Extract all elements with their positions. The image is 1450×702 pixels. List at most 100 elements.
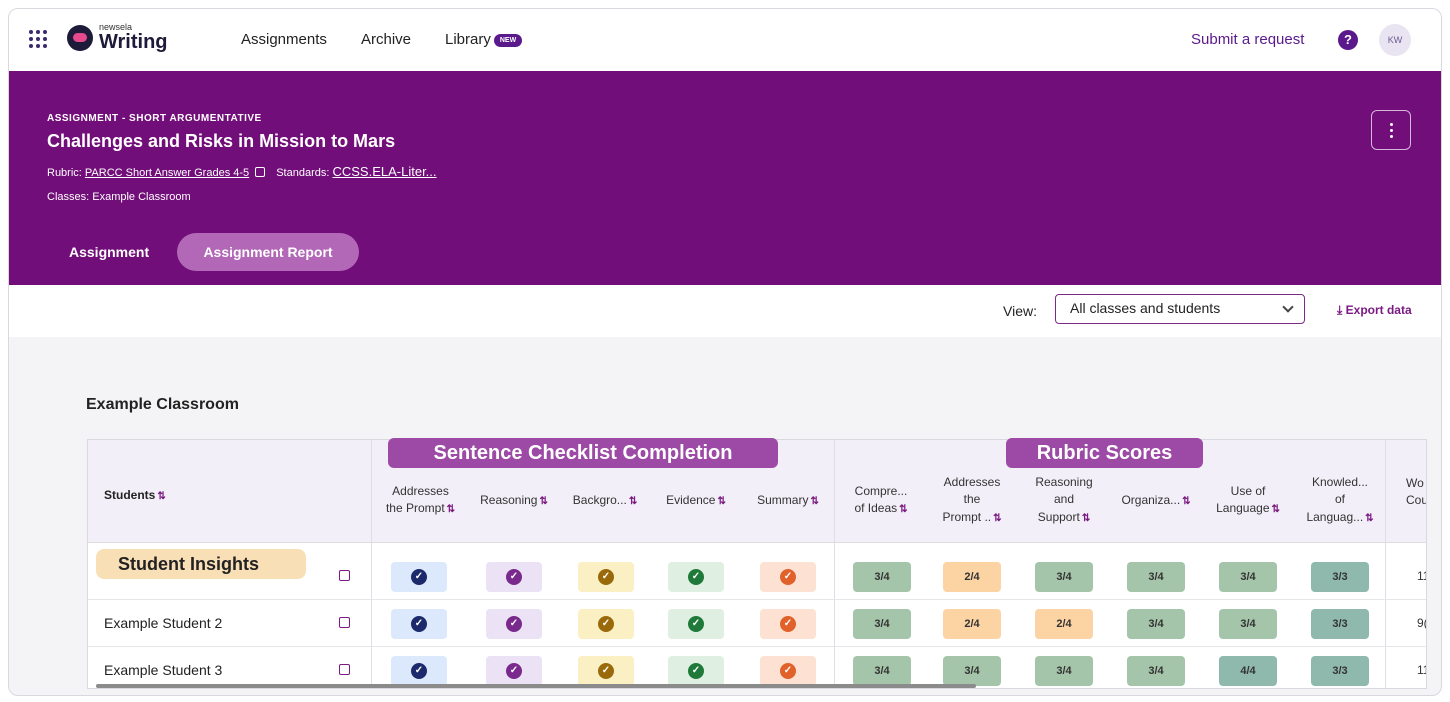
open-student-icon[interactable] xyxy=(339,570,350,581)
more-options-button[interactable] xyxy=(1371,110,1411,150)
rubric-score[interactable]: 3/4 xyxy=(1219,609,1277,639)
sort-icon[interactable]: ⇅ xyxy=(629,496,637,507)
checklist-chip[interactable]: ✓ xyxy=(578,656,634,686)
rubric-col-header-line: of xyxy=(1334,492,1345,507)
rubric-col-header[interactable]: Addresses the Prompt .. ⇅ xyxy=(926,474,1018,526)
rubric-score[interactable]: 3/3 xyxy=(1311,562,1369,592)
view-select[interactable]: All classes and students xyxy=(1055,294,1305,324)
rubric-col-header[interactable]: Use of Language ⇅ xyxy=(1202,483,1294,518)
student-insights-label[interactable]: Student Insights xyxy=(96,549,306,579)
rubric-score[interactable]: 3/4 xyxy=(943,656,1001,686)
checklist-chip[interactable]: ✓ xyxy=(760,562,816,592)
rubric-col-header[interactable]: Compre... of Ideas ⇅ xyxy=(836,483,926,518)
checklist-col-header[interactable]: Backgro... ⇅ xyxy=(560,492,650,510)
sort-icon[interactable]: ⇅ xyxy=(810,496,818,507)
sort-icon[interactable]: ⇅ xyxy=(157,491,165,502)
sort-icon[interactable]: ⇅ xyxy=(539,496,547,507)
chevron-down-icon xyxy=(1282,301,1294,313)
check-icon: ✓ xyxy=(780,616,796,632)
sort-icon[interactable]: ⇅ xyxy=(1272,504,1280,515)
checklist-chip[interactable]: ✓ xyxy=(486,562,542,592)
checklist-col-header[interactable]: Reasoning ⇅ xyxy=(468,492,560,510)
check-icon: ✓ xyxy=(688,569,704,585)
check-icon: ✓ xyxy=(506,616,522,632)
tab-assignment-report[interactable]: Assignment Report xyxy=(177,233,359,271)
table-row: Example Student 2 ✓ ✓ ✓ ✓ ✓ 3/4 2/4 2/4 3/4 3/4 3/3… xyxy=(88,600,1426,647)
checklist-col-header[interactable]: Evidence ⇅ xyxy=(650,492,742,510)
apps-grid-icon[interactable] xyxy=(29,30,47,48)
rubric-col-header-line: Knowled... xyxy=(1311,475,1369,489)
student-name[interactable]: Example Student 3 xyxy=(104,662,222,678)
word-count: 11 xyxy=(1417,663,1426,677)
checklist-chip[interactable]: ✓ xyxy=(486,656,542,686)
sort-icon[interactable]: ⇅ xyxy=(447,504,455,515)
tab-assignment[interactable]: Assignment xyxy=(69,233,149,271)
open-student-icon[interactable] xyxy=(339,617,350,628)
checklist-chip[interactable]: ✓ xyxy=(760,609,816,639)
external-link-icon[interactable] xyxy=(255,167,266,177)
rubric-link[interactable]: PARCC Short Answer Grades 4-5 xyxy=(85,167,249,179)
rubric-col-header[interactable]: Knowled... of Languag... ⇅ xyxy=(1294,474,1386,526)
export-data-button[interactable]: ⤓ Export data xyxy=(1337,303,1412,318)
rubric-col-header-line: Support xyxy=(1037,509,1080,524)
word-count-header[interactable]: Wo Cou xyxy=(1406,475,1426,510)
checklist-chip[interactable]: ✓ xyxy=(391,562,447,592)
checklist-chip[interactable]: ✓ xyxy=(486,609,542,639)
sort-icon[interactable]: ⇅ xyxy=(717,496,725,507)
checklist-chip[interactable]: ✓ xyxy=(391,656,447,686)
avatar[interactable]: KW xyxy=(1379,24,1411,56)
rubric-score[interactable]: 3/4 xyxy=(1127,656,1185,686)
checklist-col-header[interactable]: Summary ⇅ xyxy=(742,492,834,510)
help-icon[interactable]: ? xyxy=(1338,30,1358,50)
rubric-score[interactable]: 3/3 xyxy=(1311,609,1369,639)
checklist-chip[interactable]: ✓ xyxy=(668,609,724,639)
rubric-score[interactable]: 2/4 xyxy=(1035,609,1093,639)
rubric-score[interactable]: 3/4 xyxy=(1035,562,1093,592)
rubric-score[interactable]: 2/4 xyxy=(943,609,1001,639)
standards-link[interactable]: CCSS.ELA-Liter... xyxy=(332,164,436,179)
rubric-score[interactable]: 4/4 xyxy=(1219,656,1277,686)
sort-icon[interactable]: ⇅ xyxy=(899,504,907,515)
newsela-writing-logo[interactable]: newsela Writing xyxy=(67,23,168,52)
rubric-score[interactable]: 3/3 xyxy=(1311,656,1369,686)
rubric-score[interactable]: 3/4 xyxy=(853,656,911,686)
sort-icon[interactable]: ⇅ xyxy=(1365,513,1373,524)
sort-icon[interactable]: ⇅ xyxy=(1082,513,1090,524)
check-icon: ✓ xyxy=(506,663,522,679)
checklist-chip[interactable]: ✓ xyxy=(391,609,447,639)
checklist-chip[interactable]: ✓ xyxy=(578,562,634,592)
checklist-chip[interactable]: ✓ xyxy=(578,609,634,639)
rubric-score[interactable]: 3/4 xyxy=(1127,562,1185,592)
nav-archive[interactable]: Archive xyxy=(361,31,411,48)
open-student-icon[interactable] xyxy=(339,664,350,675)
view-select-value: All classes and students xyxy=(1070,300,1221,316)
checklist-col-header[interactable]: Addresses the Prompt ⇅ xyxy=(373,483,468,518)
view-bar: View: All classes and students ⤓ Export … xyxy=(9,285,1441,337)
nav-assignments[interactable]: Assignments xyxy=(241,31,327,48)
rubric-score[interactable]: 2/4 xyxy=(943,562,1001,592)
rubric-score[interactable]: 3/4 xyxy=(1127,609,1185,639)
rubric-score[interactable]: 3/4 xyxy=(1035,656,1093,686)
horizontal-scrollbar[interactable] xyxy=(96,684,976,688)
sort-icon[interactable]: ⇅ xyxy=(1182,496,1190,507)
students-header[interactable]: Students ⇅ xyxy=(104,487,166,505)
rubric-col-header[interactable]: Reasoning and Support ⇅ xyxy=(1018,474,1110,526)
word-count: 11 xyxy=(1417,569,1426,583)
check-icon: ✓ xyxy=(598,663,614,679)
rubric-score[interactable]: 3/4 xyxy=(853,609,911,639)
rubric-score[interactable]: 3/4 xyxy=(1219,562,1277,592)
checklist-chip[interactable]: ✓ xyxy=(760,656,816,686)
check-icon: ✓ xyxy=(780,663,796,679)
student-name[interactable]: Example Student 2 xyxy=(104,615,222,631)
nav-library-label[interactable]: Library xyxy=(445,31,491,48)
nav-library[interactable]: Library NEW xyxy=(445,31,523,48)
rubric-score[interactable]: 3/4 xyxy=(853,562,911,592)
rubric-col-header[interactable]: Organiza... ⇅ xyxy=(1110,492,1202,510)
assignment-meta: Rubric: PARCC Short Answer Grades 4-5 St… xyxy=(47,164,437,179)
rubric-col-header-line: Language xyxy=(1216,501,1270,516)
checklist-chip[interactable]: ✓ xyxy=(668,562,724,592)
sort-icon[interactable]: ⇅ xyxy=(993,513,1001,524)
checklist-chip[interactable]: ✓ xyxy=(668,656,724,686)
submit-request-link[interactable]: Submit a request xyxy=(1191,31,1304,48)
checklist-col-header-line: Addresses xyxy=(392,484,449,498)
